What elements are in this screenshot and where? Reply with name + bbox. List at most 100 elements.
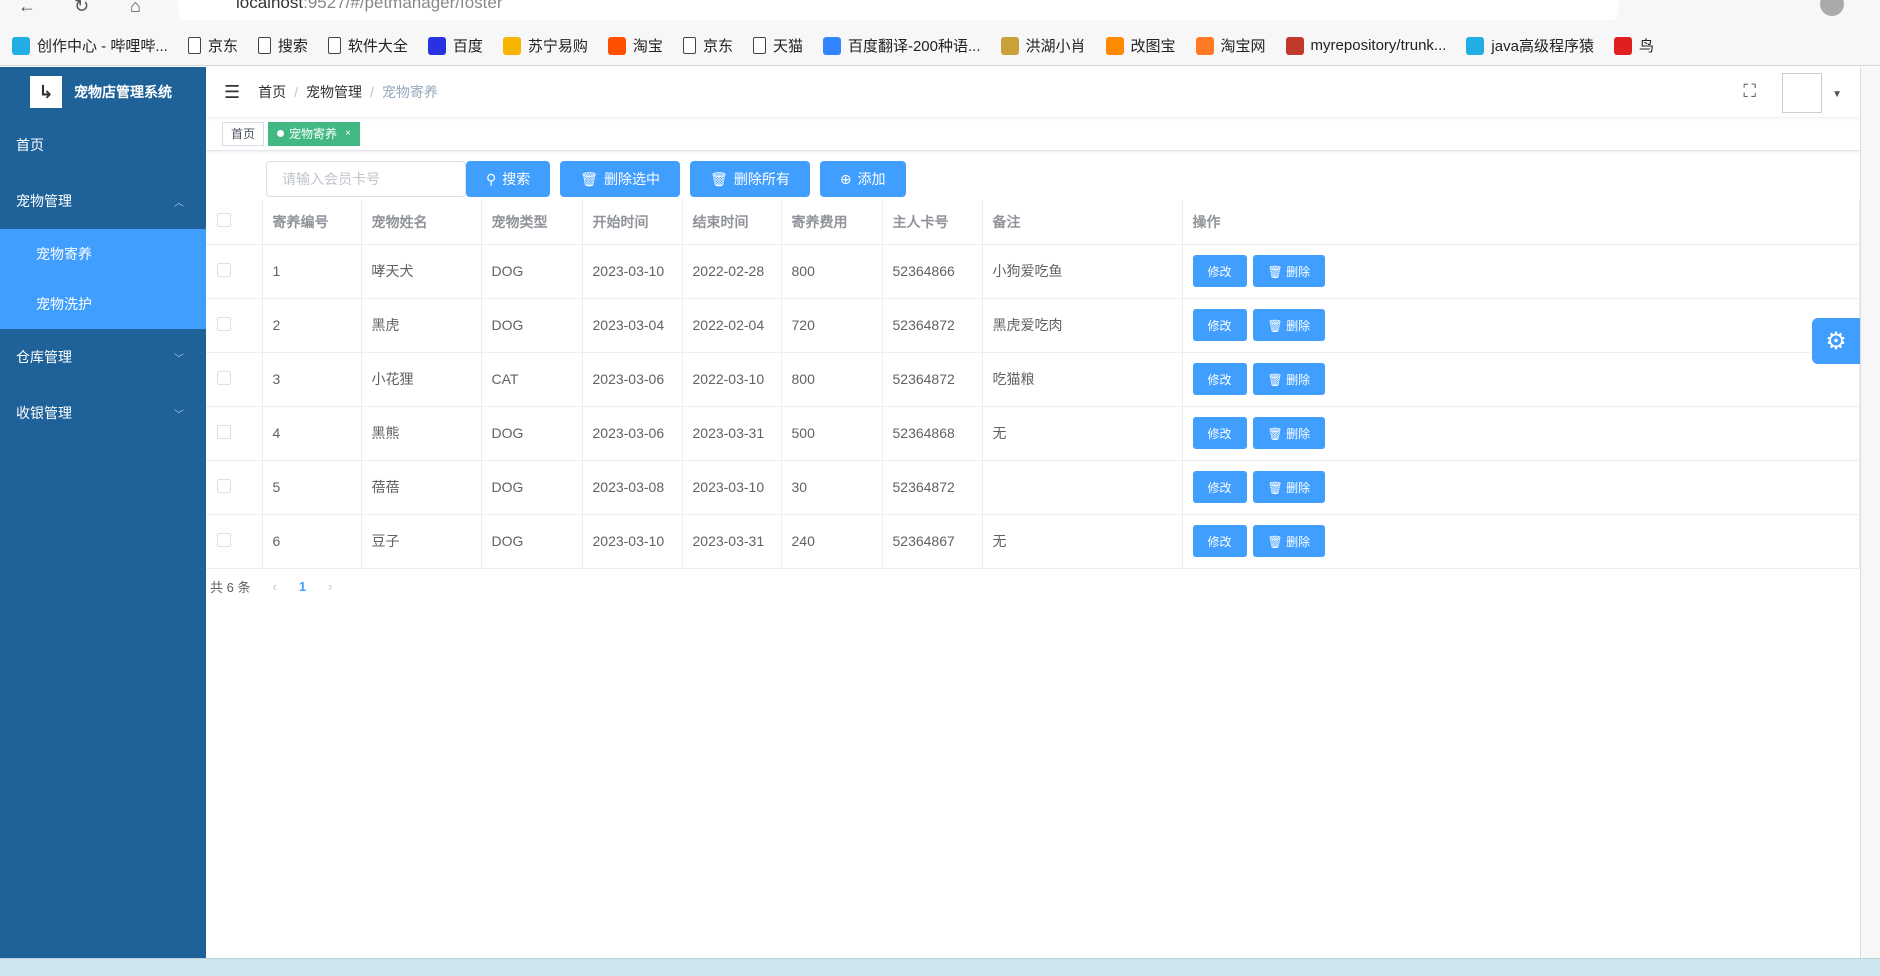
- settings-gear-button[interactable]: ⚙: [1812, 318, 1860, 364]
- row-checkbox[interactable]: [217, 370, 231, 385]
- table-cell: DOG: [481, 460, 583, 515]
- dot-icon: [277, 130, 285, 137]
- button-label: 删除: [1286, 318, 1311, 333]
- row-checkbox[interactable]: [217, 262, 231, 277]
- delete-all-button[interactable]: 🗑 删除所有: [690, 161, 810, 197]
- profile-avatar-icon[interactable]: [1820, 0, 1844, 16]
- row-checkbox[interactable]: [217, 478, 231, 493]
- bookmark-item[interactable]: 京东: [187, 35, 238, 56]
- table-cell: 4: [262, 406, 362, 461]
- url-field[interactable]: localhost:9527/#/petmanager/foster: [178, 0, 1618, 20]
- back-icon[interactable]: ←: [18, 0, 36, 17]
- home-icon[interactable]: ⌂: [130, 0, 141, 17]
- delete-button[interactable]: 🗑 删除: [1252, 525, 1326, 557]
- close-icon[interactable]: ×: [345, 128, 351, 139]
- bookmark-item[interactable]: java高级程序猿: [1466, 35, 1594, 56]
- bookmark-label: 淘宝: [632, 38, 663, 55]
- hamburger-icon[interactable]: ☰: [224, 82, 240, 103]
- sidebar-item-pet-management[interactable]: 宠物管理 ︿: [0, 173, 206, 229]
- table-cell: 800: [781, 244, 883, 299]
- page-number[interactable]: 1: [299, 579, 306, 594]
- table-cell: 吃猫粮: [982, 352, 1183, 407]
- button-label: 添加: [857, 171, 886, 187]
- bookmark-item[interactable]: 搜索: [257, 35, 308, 56]
- bookmark-item[interactable]: 京东: [682, 35, 733, 56]
- bookmark-label: 天猫: [772, 38, 803, 55]
- delete-button[interactable]: 🗑 删除: [1252, 255, 1326, 287]
- bookmark-item[interactable]: 洪湖小肖: [1000, 35, 1086, 56]
- bird-icon: [1000, 36, 1019, 55]
- select-all-checkbox[interactable]: [217, 213, 231, 228]
- bookmark-label: 苏宁易购: [527, 38, 588, 55]
- bookmark-item[interactable]: 百度: [427, 35, 483, 56]
- edit-button[interactable]: 修改: [1192, 471, 1247, 503]
- browser-address-bar: ← ↻ ⌂ localhost:9527/#/petmanager/foster: [0, 0, 1880, 26]
- column-header: 主人卡号: [882, 200, 983, 245]
- table-cell: 无: [982, 514, 1183, 569]
- delete-selected-button[interactable]: 🗑 删除选中: [560, 161, 681, 197]
- delete-button[interactable]: 🗑 删除: [1252, 309, 1326, 341]
- sidebar-item-warehouse[interactable]: 仓库管理 ﹀: [0, 329, 206, 385]
- sidebar-logo[interactable]: ↳ 宠物店管理系统: [0, 67, 206, 117]
- row-checkbox-cell: [206, 298, 263, 353]
- sidebar-item-pet-grooming[interactable]: 宠物洗护: [0, 279, 206, 329]
- delete-button[interactable]: 🗑 删除: [1252, 363, 1326, 395]
- edit-button[interactable]: 修改: [1192, 363, 1247, 395]
- prev-page-icon[interactable]: ‹: [272, 579, 276, 594]
- trash-icon: 🗑: [1267, 264, 1287, 279]
- table-cell: 2023-03-10: [582, 514, 683, 569]
- button-label: 修改: [1207, 534, 1232, 549]
- delete-button[interactable]: 🗑 删除: [1252, 471, 1326, 503]
- member-card-search-input[interactable]: [266, 161, 466, 197]
- page-icon: [327, 37, 341, 54]
- edit-button[interactable]: 修改: [1192, 309, 1247, 341]
- table-cell: 小狗爱吃鱼: [982, 244, 1183, 299]
- gear-icon: ⚙: [1825, 327, 1847, 355]
- bookmark-item[interactable]: 淘宝网: [1195, 35, 1266, 56]
- breadcrumb-home[interactable]: 首页: [258, 82, 286, 102]
- tag-pet-foster[interactable]: 宠物寄养 ×: [268, 121, 360, 146]
- button-label: 删除: [1286, 372, 1311, 387]
- table-cell: 2023-03-31: [682, 514, 782, 569]
- next-page-icon[interactable]: ›: [328, 579, 332, 594]
- bookmark-item[interactable]: 改图宝: [1105, 35, 1176, 56]
- url-path: :9527/#/petmanager/foster: [303, 0, 503, 12]
- bookmark-item[interactable]: 苏宁易购: [502, 35, 588, 56]
- pagination: 共 6 条 ‹ 1 ›: [210, 577, 332, 596]
- fullscreen-icon[interactable]: ⛶: [1743, 81, 1756, 102]
- row-checkbox[interactable]: [217, 316, 231, 331]
- bookmark-item[interactable]: 创作中心 - 哔哩哔...: [12, 35, 168, 56]
- sidebar-item-home[interactable]: 首页: [0, 117, 206, 173]
- bookmark-item[interactable]: 天猫: [752, 35, 803, 56]
- foster-table: 寄养编号 宠物姓名 宠物类型 开始时间 结束时间 寄养费用 主人卡号 备注 操作 1 哮天犬 DOG…: [206, 200, 1860, 569]
- row-checkbox[interactable]: [217, 424, 231, 439]
- table-cell: 6: [262, 514, 362, 569]
- column-header: 宠物类型: [481, 200, 583, 245]
- tags-view: 首页 宠物寄养 ×: [206, 117, 1860, 151]
- bookmark-item[interactable]: myrepository/trunk...: [1285, 36, 1446, 55]
- table-cell: 2: [262, 298, 362, 353]
- bookmark-item[interactable]: 鸟: [1613, 35, 1654, 56]
- edit-button[interactable]: 修改: [1192, 417, 1247, 449]
- edit-button[interactable]: 修改: [1192, 525, 1247, 557]
- column-header: 寄养费用: [781, 200, 883, 245]
- breadcrumb-pet-management[interactable]: 宠物管理: [306, 82, 362, 102]
- sidebar-item-pet-foster[interactable]: 宠物寄养: [0, 229, 206, 279]
- sidebar-item-cashier[interactable]: 收银管理 ﹀: [0, 385, 206, 441]
- add-button[interactable]: ⊕ 添加: [819, 161, 906, 197]
- trash-icon: 🗑: [710, 170, 728, 187]
- bookmark-item[interactable]: 软件大全: [327, 35, 408, 56]
- row-checkbox[interactable]: [217, 532, 231, 547]
- caret-down-icon[interactable]: ▼: [1832, 89, 1842, 100]
- user-avatar[interactable]: [1782, 73, 1822, 113]
- bookmark-item[interactable]: 淘宝: [607, 35, 663, 56]
- bookmark-item[interactable]: 百度翻译-200种语...: [822, 35, 981, 56]
- refresh-icon[interactable]: ↻: [74, 0, 89, 17]
- table-cell: [982, 460, 1183, 515]
- edit-button[interactable]: 修改: [1192, 255, 1247, 287]
- tag-home[interactable]: 首页: [222, 121, 265, 146]
- search-button[interactable]: ⚲ 搜索: [466, 161, 551, 197]
- delete-button[interactable]: 🗑 删除: [1252, 417, 1326, 449]
- sidebar-item-label: 宠物管理: [16, 193, 72, 209]
- url-host: localhost: [236, 0, 304, 12]
